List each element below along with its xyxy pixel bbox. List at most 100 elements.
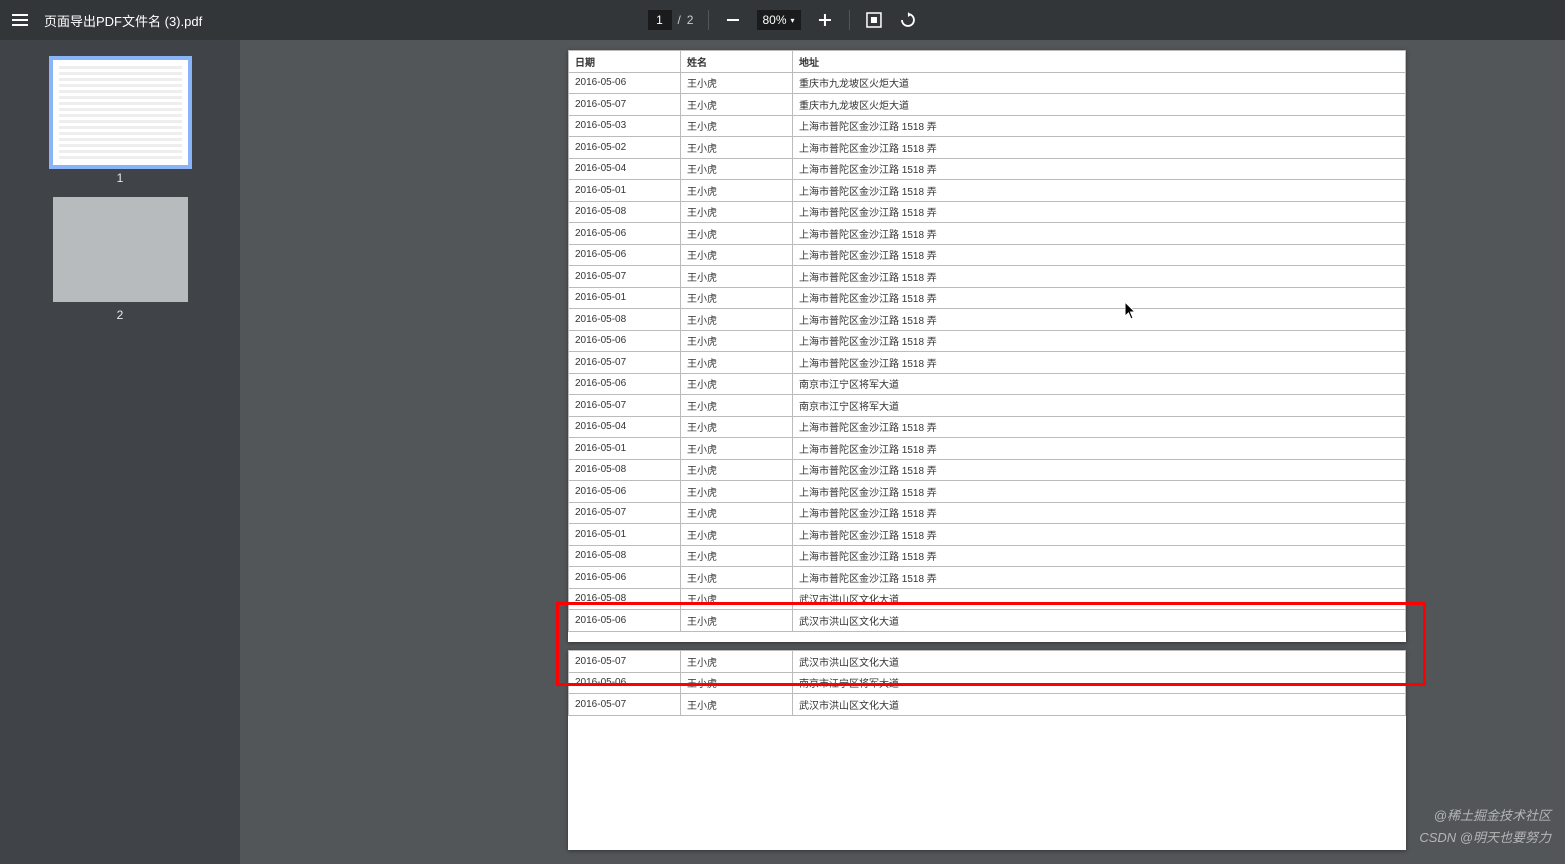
table-cell: 上海市普陀区金沙江路 1518 弄: [793, 567, 1406, 589]
rotate-button[interactable]: [898, 10, 918, 30]
col-date: 日期: [569, 51, 681, 73]
table-row: 2016-05-06王小虎南京市江宁区将军大道: [569, 672, 1406, 694]
table-cell: 上海市普陀区金沙江路 1518 弄: [793, 545, 1406, 567]
table-cell: 王小虎: [681, 395, 793, 417]
pdf-page-1: 日期 姓名 地址 2016-05-06王小虎重庆市九龙坡区火炬大道2016-05…: [568, 50, 1406, 642]
table-cell: 重庆市九龙坡区火炬大道: [793, 94, 1406, 116]
thumbnail-sidebar: 1 2: [0, 40, 240, 864]
fit-page-button[interactable]: [864, 10, 884, 30]
table-row: 2016-05-01王小虎上海市普陀区金沙江路 1518 弄: [569, 438, 1406, 460]
table-cell: 王小虎: [681, 201, 793, 223]
table-row: 2016-05-03王小虎上海市普陀区金沙江路 1518 弄: [569, 115, 1406, 137]
table-cell: 2016-05-02: [569, 137, 681, 159]
table-cell: 南京市江宁区将军大道: [793, 373, 1406, 395]
table-cell: 2016-05-01: [569, 524, 681, 546]
table-cell: 上海市普陀区金沙江路 1518 弄: [793, 201, 1406, 223]
table-row: 2016-05-07王小虎南京市江宁区将军大道: [569, 395, 1406, 417]
table-cell: 南京市江宁区将军大道: [793, 395, 1406, 417]
data-table-2: 2016-05-07王小虎武汉市洪山区文化大道2016-05-06王小虎南京市江…: [568, 650, 1406, 716]
table-cell: 上海市普陀区金沙江路 1518 弄: [793, 223, 1406, 245]
table-row: 2016-05-06王小虎上海市普陀区金沙江路 1518 弄: [569, 481, 1406, 503]
table-cell: 上海市普陀区金沙江路 1518 弄: [793, 459, 1406, 481]
table-cell: 王小虎: [681, 694, 793, 716]
table-header-row: 日期 姓名 地址: [569, 51, 1406, 73]
table-cell: 上海市普陀区金沙江路 1518 弄: [793, 115, 1406, 137]
thumbnail-page-1[interactable]: [53, 60, 188, 165]
table-cell: 上海市普陀区金沙江路 1518 弄: [793, 502, 1406, 524]
table-cell: 王小虎: [681, 651, 793, 673]
main: 1 2 日期 姓名 地址 2016-05-06王小虎重庆市九龙坡区火炬大道201…: [0, 40, 1565, 864]
table-cell: 2016-05-07: [569, 266, 681, 288]
table-cell: 2016-05-07: [569, 94, 681, 116]
table-cell: 2016-05-07: [569, 502, 681, 524]
table-cell: 2016-05-08: [569, 588, 681, 610]
table-row: 2016-05-08王小虎上海市普陀区金沙江路 1518 弄: [569, 201, 1406, 223]
zoom-value: 80%: [762, 13, 786, 27]
zoom-in-button[interactable]: [815, 10, 835, 30]
page-sep: /: [677, 13, 680, 27]
zoom-level[interactable]: 80% ▾: [756, 10, 800, 30]
table-row: 2016-05-06王小虎上海市普陀区金沙江路 1518 弄: [569, 567, 1406, 589]
table-row: 2016-05-07王小虎上海市普陀区金沙江路 1518 弄: [569, 266, 1406, 288]
table-row: 2016-05-06王小虎重庆市九龙坡区火炬大道: [569, 72, 1406, 94]
table-row: 2016-05-07王小虎上海市普陀区金沙江路 1518 弄: [569, 502, 1406, 524]
table-cell: 王小虎: [681, 180, 793, 202]
table-cell: 王小虎: [681, 352, 793, 374]
table-row: 2016-05-06王小虎武汉市洪山区文化大道: [569, 610, 1406, 632]
table-cell: 王小虎: [681, 588, 793, 610]
table-cell: 王小虎: [681, 610, 793, 632]
table-row: 2016-05-01王小虎上海市普陀区金沙江路 1518 弄: [569, 524, 1406, 546]
pdf-viewer[interactable]: 日期 姓名 地址 2016-05-06王小虎重庆市九龙坡区火炬大道2016-05…: [240, 40, 1565, 864]
table-cell: 武汉市洪山区文化大道: [793, 588, 1406, 610]
table-cell: 王小虎: [681, 502, 793, 524]
table-cell: 上海市普陀区金沙江路 1518 弄: [793, 287, 1406, 309]
table-cell: 南京市江宁区将军大道: [793, 672, 1406, 694]
table-cell: 王小虎: [681, 373, 793, 395]
table-row: 2016-05-08王小虎上海市普陀区金沙江路 1518 弄: [569, 309, 1406, 331]
table-row: 2016-05-07王小虎武汉市洪山区文化大道: [569, 694, 1406, 716]
pdf-toolbar: 页面导出PDF文件名 (3).pdf / 2 80% ▾: [0, 0, 1565, 40]
data-table-1: 日期 姓名 地址 2016-05-06王小虎重庆市九龙坡区火炬大道2016-05…: [568, 50, 1406, 632]
table-cell: 上海市普陀区金沙江路 1518 弄: [793, 481, 1406, 503]
table-cell: 王小虎: [681, 309, 793, 331]
table-cell: 2016-05-08: [569, 545, 681, 567]
table-cell: 上海市普陀区金沙江路 1518 弄: [793, 180, 1406, 202]
table-cell: 2016-05-07: [569, 352, 681, 374]
table-cell: 2016-05-01: [569, 180, 681, 202]
divider: [707, 10, 708, 30]
table-cell: 2016-05-08: [569, 201, 681, 223]
page-indicator: / 2: [647, 10, 693, 30]
table-cell: 王小虎: [681, 244, 793, 266]
table-cell: 王小虎: [681, 137, 793, 159]
table-cell: 重庆市九龙坡区火炬大道: [793, 72, 1406, 94]
table-row: 2016-05-07王小虎上海市普陀区金沙江路 1518 弄: [569, 352, 1406, 374]
toolbar-center: / 2 80% ▾: [647, 0, 917, 40]
table-row: 2016-05-08王小虎武汉市洪山区文化大道: [569, 588, 1406, 610]
table-cell: 王小虎: [681, 94, 793, 116]
table-cell: 王小虎: [681, 330, 793, 352]
table-row: 2016-05-02王小虎上海市普陀区金沙江路 1518 弄: [569, 137, 1406, 159]
table-row: 2016-05-06王小虎上海市普陀区金沙江路 1518 弄: [569, 223, 1406, 245]
table-cell: 2016-05-01: [569, 287, 681, 309]
table-cell: 上海市普陀区金沙江路 1518 弄: [793, 438, 1406, 460]
table-row: 2016-05-07王小虎重庆市九龙坡区火炬大道: [569, 94, 1406, 116]
table-cell: 王小虎: [681, 567, 793, 589]
minus-icon: [725, 13, 739, 27]
thumbnail-page-2[interactable]: [53, 197, 188, 302]
table-cell: 王小虎: [681, 158, 793, 180]
page-number-input[interactable]: [647, 10, 671, 30]
table-cell: 武汉市洪山区文化大道: [793, 694, 1406, 716]
table-cell: 2016-05-06: [569, 481, 681, 503]
zoom-out-button[interactable]: [722, 10, 742, 30]
table-cell: 上海市普陀区金沙江路 1518 弄: [793, 266, 1406, 288]
caret-down-icon: ▾: [791, 16, 795, 25]
table-cell: 王小虎: [681, 438, 793, 460]
table-cell: 王小虎: [681, 416, 793, 438]
thumb-1-label: 1: [117, 171, 124, 185]
table-cell: 上海市普陀区金沙江路 1518 弄: [793, 352, 1406, 374]
table-cell: 2016-05-06: [569, 330, 681, 352]
table-cell: 上海市普陀区金沙江路 1518 弄: [793, 524, 1406, 546]
table-cell: 武汉市洪山区文化大道: [793, 651, 1406, 673]
table-row: 2016-05-07王小虎武汉市洪山区文化大道: [569, 651, 1406, 673]
menu-icon[interactable]: [0, 0, 40, 40]
